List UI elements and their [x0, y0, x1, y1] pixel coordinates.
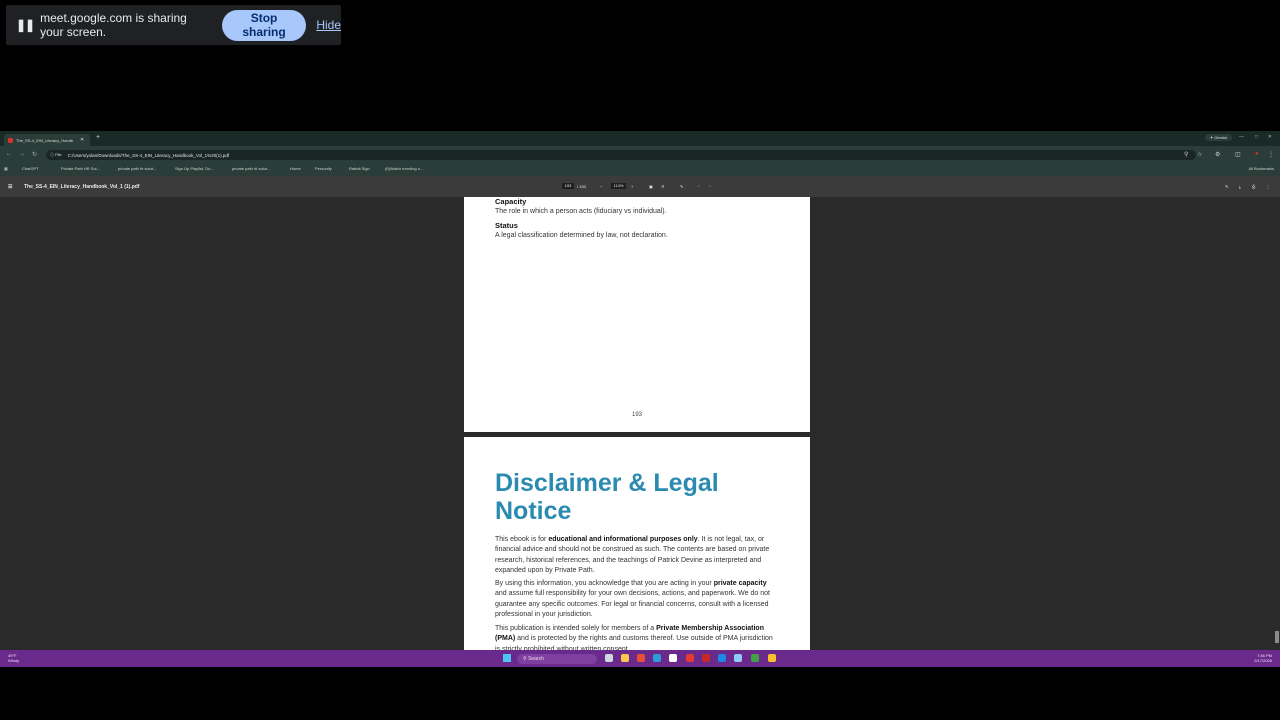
screen-share-banner: ❚❚ meet.google.com is sharing your scree…: [6, 5, 341, 45]
gemini-button[interactable]: ✦ Gemini: [1204, 134, 1232, 141]
store-icon[interactable]: [669, 654, 677, 662]
zoom-out-icon[interactable]: −: [600, 184, 602, 189]
stop-sharing-button[interactable]: Stop sharing: [221, 9, 307, 41]
fit-page-icon[interactable]: ▣: [649, 184, 653, 189]
browser-toolbar: ← → ↻ ⓘ File C:/Users/yolan/Downloads/Th…: [0, 146, 1280, 164]
annotate-icon[interactable]: ✎: [1225, 184, 1228, 189]
task-view-icon[interactable]: [605, 654, 613, 662]
pause-icon: ❚❚: [16, 18, 35, 32]
bookmark-item[interactable]: Private Path HR Sol...: [61, 166, 100, 171]
maximize-icon[interactable]: □: [1255, 134, 1258, 140]
shared-screen: The_SS-4_EIN_Literacy_Handb ✕ + ✦ Gemini…: [0, 131, 1280, 667]
zoom-level-input[interactable]: 114%: [611, 183, 626, 189]
def-status: A legal classification determined by law…: [495, 232, 668, 239]
pdf-menu-icon[interactable]: ☰: [8, 184, 12, 190]
reload-icon[interactable]: ↻: [32, 151, 37, 158]
pdf-toolbar: ☰ The_SS-4_EIN_Literacy_Handbook_Vol_1 (…: [0, 176, 1280, 197]
file-explorer-icon[interactable]: [621, 654, 629, 662]
app-icon[interactable]: [718, 654, 726, 662]
clock-date: 2/17/2026: [1254, 658, 1272, 663]
taskbar-clock[interactable]: 7:46 PM 2/17/2026: [1254, 653, 1272, 663]
bookmark-item[interactable]: Personify: [315, 166, 332, 171]
page-number-input[interactable]: 193: [562, 183, 574, 189]
bookmark-star-icon[interactable]: ☆: [1197, 151, 1202, 158]
page-number: 193: [631, 412, 642, 418]
bookmark-item[interactable]: Rabbit Sign: [349, 166, 370, 171]
url-text: C:/Users/yolan/Downloads/The_SS-4_EIN_Li…: [67, 152, 230, 158]
bookmark-item[interactable]: Home: [290, 166, 301, 171]
pdf-more-icon[interactable]: ⋮: [1266, 184, 1270, 189]
all-bookmarks[interactable]: All Bookmarks: [1248, 166, 1274, 171]
paragraph-private-capacity: By using this information, you acknowled…: [495, 580, 770, 619]
app-icon[interactable]: [686, 654, 694, 662]
address-bar[interactable]: ⓘ File C:/Users/yolan/Downloads/The_SS-4…: [46, 150, 1196, 160]
minimize-icon[interactable]: —: [1239, 134, 1244, 140]
pdf-viewer[interactable]: Capacity The role in which a person acts…: [0, 197, 1280, 667]
weather-widget[interactable]: 49°F Windy: [8, 653, 19, 663]
weather-desc: Windy: [8, 658, 20, 663]
tab-title: The_SS-4_EIN_Literacy_Handb: [16, 137, 74, 143]
profile-avatar[interactable]: ●: [1255, 151, 1259, 157]
chrome-icon[interactable]: [637, 654, 645, 662]
zoom-icon[interactable]: ⚲: [1184, 151, 1188, 158]
pdf-filename: The_SS-4_EIN_Literacy_Handbook_Vol_1 (1)…: [24, 184, 140, 190]
extensions-icon[interactable]: ⚙: [1215, 151, 1220, 158]
scrollbar-thumb[interactable]: [1275, 631, 1279, 643]
page-total: / 193: [577, 184, 586, 189]
forward-icon[interactable]: →: [19, 151, 25, 157]
undo-icon[interactable]: ↶: [697, 184, 700, 189]
sidebar-icon[interactable]: ◫: [1235, 151, 1241, 158]
menu-icon[interactable]: ⋮: [1268, 151, 1274, 158]
paragraph-educational: This ebook is for educational and inform…: [495, 536, 770, 575]
rotate-icon[interactable]: ↺: [661, 184, 664, 189]
back-icon[interactable]: ←: [6, 151, 12, 157]
def-capacity: The role in which a person acts (fiducia…: [495, 208, 667, 215]
disclaimer-heading: Disclaimer & Legal Notice: [495, 469, 719, 525]
start-icon[interactable]: [503, 654, 511, 662]
term-capacity: Capacity: [495, 197, 527, 206]
app-icon[interactable]: [751, 654, 759, 662]
pdf-icon: [8, 137, 13, 143]
bookmarks-bar: ▦ ChatGPT Private Path HR Sol... private…: [0, 164, 1280, 176]
app-icon[interactable]: [734, 654, 742, 662]
new-tab-icon[interactable]: +: [96, 134, 100, 141]
file-chip[interactable]: ⓘ File: [50, 152, 62, 158]
windows-taskbar: 49°F Windy ⚲ Search 7:46 PM 2/17/2026: [0, 650, 1280, 667]
pdf-scrollbar[interactable]: [1274, 197, 1280, 667]
apps-icon[interactable]: ▦: [4, 166, 8, 171]
pdf-page-disclaimer: Disclaimer & Legal Notice This ebook is f…: [464, 437, 810, 667]
bookmark-item[interactable]: Sign Up Playlist, Do...: [175, 166, 214, 171]
close-window-icon[interactable]: ✕: [1268, 134, 1272, 140]
chrome-running-icon[interactable]: [768, 654, 776, 662]
draw-icon[interactable]: ✎: [680, 184, 683, 189]
hide-link[interactable]: Hide: [316, 18, 341, 32]
share-message: meet.google.com is sharing your screen.: [40, 11, 187, 39]
tab-pdf[interactable]: The_SS-4_EIN_Literacy_Handb ✕: [4, 134, 90, 146]
taskbar-search[interactable]: ⚲ Search: [517, 654, 597, 664]
bookmark-item[interactable]: private path ht solut...: [118, 166, 156, 171]
close-icon[interactable]: ✕: [80, 137, 84, 143]
term-status: Status: [495, 221, 518, 230]
print-icon[interactable]: ⎙: [1252, 184, 1255, 189]
pdf-page-193: Capacity The role in which a person acts…: [464, 197, 810, 432]
app-icon[interactable]: [702, 654, 710, 662]
browser-tab-strip: The_SS-4_EIN_Literacy_Handb ✕ + ✦ Gemini…: [0, 131, 1280, 146]
download-icon[interactable]: ⤓: [1239, 184, 1241, 189]
bookmark-item[interactable]: (6)Watch trending o...: [385, 166, 423, 171]
bookmark-item[interactable]: ChatGPT: [22, 166, 39, 171]
edge-icon[interactable]: [653, 654, 661, 662]
redo-icon[interactable]: ↷: [708, 184, 711, 189]
zoom-in-icon[interactable]: +: [631, 184, 633, 189]
bookmark-item[interactable]: private path ht solut...: [232, 166, 270, 171]
